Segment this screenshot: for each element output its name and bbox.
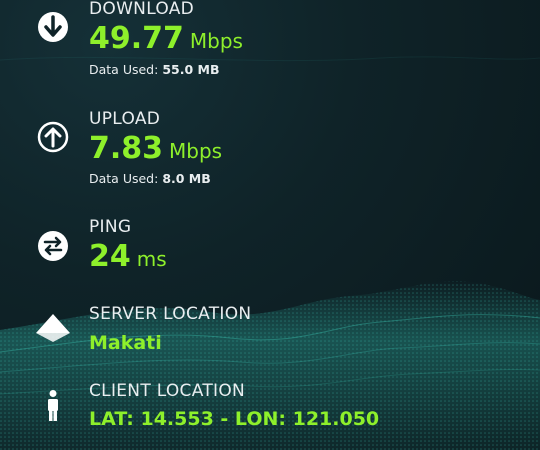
ping-arrows-icon <box>38 231 68 261</box>
download-data-used-label: Data Used: <box>89 62 159 77</box>
upload-data-used-label: Data Used: <box>89 171 159 186</box>
server-location-value: Makati <box>89 332 162 354</box>
download-data-used-value: 55.0 MB <box>162 62 220 77</box>
ping-unit: ms <box>136 247 167 271</box>
client-location-value-line: LAT: 14.553 - LON: 121.050 <box>89 408 379 430</box>
download-data-used: Data Used: 55.0 MB <box>89 62 219 77</box>
download-label: DOWNLOAD <box>89 0 195 19</box>
client-location-label: CLIENT LOCATION <box>89 381 246 401</box>
server-location-value-line: Makati <box>89 332 162 354</box>
arrow-down-circle-icon <box>38 12 68 42</box>
server-location-label: SERVER LOCATION <box>89 304 252 324</box>
upload-value-line: 7.83 Mbps <box>89 131 222 166</box>
download-speed-unit: Mbps <box>189 29 243 53</box>
download-value-line: 49.77 Mbps <box>89 21 243 56</box>
download-speed-value: 49.77 <box>89 21 184 56</box>
upload-speed-value: 7.83 <box>89 131 164 166</box>
server-diamond-icon <box>36 314 70 342</box>
ping-label: PING <box>89 217 132 237</box>
upload-label: UPLOAD <box>89 109 161 129</box>
upload-data-used-value: 8.0 MB <box>162 171 211 186</box>
ping-value-line: 24 ms <box>89 239 167 274</box>
upload-data-used: Data Used: 8.0 MB <box>89 171 211 186</box>
upload-speed-unit: Mbps <box>169 139 223 163</box>
ping-value: 24 <box>89 239 131 274</box>
person-icon <box>48 390 58 421</box>
client-location-value: LAT: 14.553 - LON: 121.050 <box>89 408 380 430</box>
background-wave-graphic <box>0 56 540 450</box>
speedtest-results-screen: DOWNLOAD 49.77 Mbps Data Used: 55.0 MB UP… <box>0 0 540 450</box>
arrow-up-circle-icon <box>37 121 69 153</box>
